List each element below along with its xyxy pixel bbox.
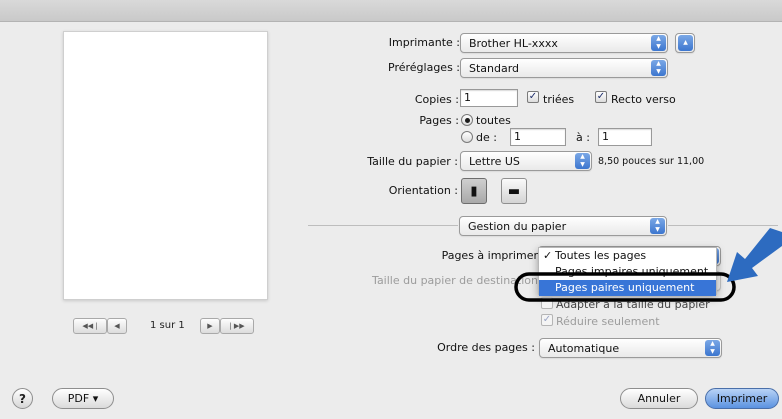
highlight-outline <box>514 272 736 302</box>
annotation-overlay <box>514 228 782 302</box>
annotation-arrow-icon <box>727 228 782 282</box>
